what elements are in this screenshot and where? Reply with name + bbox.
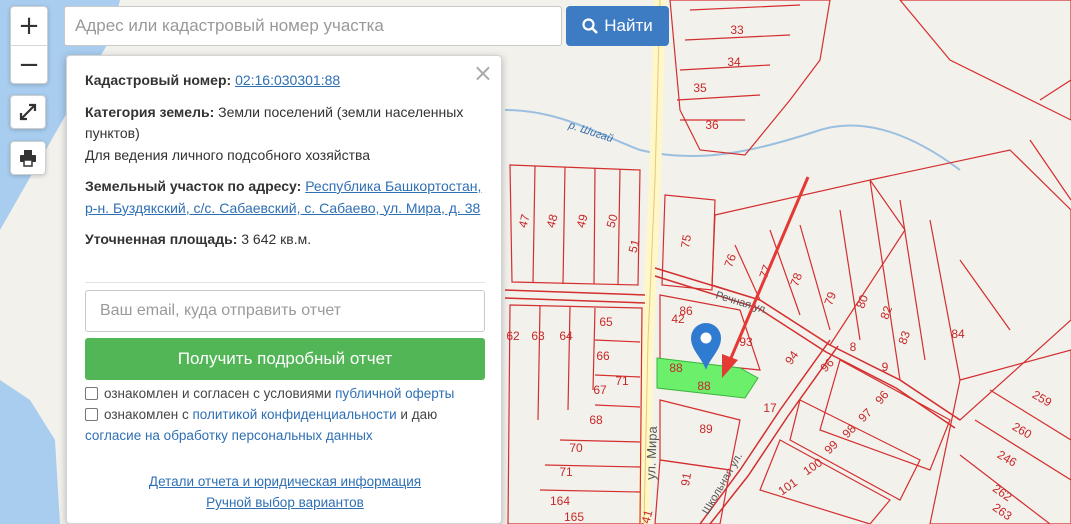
parcel-number-label: 68 <box>589 413 603 427</box>
parcel-number-label: 36 <box>705 118 719 132</box>
parcel-number-label: 89 <box>699 422 713 436</box>
get-report-button[interactable]: Получить подробный отчет <box>85 338 485 380</box>
zoom-in-button[interactable]: + <box>11 7 47 45</box>
area-value: 3 642 кв.м. <box>241 231 312 247</box>
parcel-number-label: 66 <box>596 349 610 363</box>
offer-checkbox[interactable] <box>85 387 98 400</box>
offer-consent-row: ознакомлен и согласен с условиями публич… <box>85 383 485 404</box>
divider <box>85 282 485 283</box>
parcel-info-popup: × Кадастровый номер: 02:16:030301:88 Кат… <box>66 55 502 524</box>
zoom-control: + − <box>10 6 48 84</box>
address-row: Земельный участок по адресу: Республика … <box>85 176 485 219</box>
area-label: Уточненная площадь: <box>85 231 238 247</box>
parcel-number-label: 164 <box>550 494 570 508</box>
privacy-consent-text: ознакомлен с <box>104 407 189 422</box>
privacy-consent-row: ознакомлен с политикой конфиденциальност… <box>85 404 485 446</box>
email-field[interactable]: Ваш email, куда отправить отчет <box>85 290 485 332</box>
fullscreen-button[interactable] <box>10 95 46 129</box>
parcel-number-label: 9 <box>882 360 889 374</box>
offer-consent-text: ознакомлен и согласен с условиями <box>104 386 332 401</box>
offer-link[interactable]: публичной оферты <box>335 386 454 401</box>
category-row: Категория земель: Земли поселений (земли… <box>85 102 485 167</box>
parcel-number-label: 17 <box>763 401 777 415</box>
privacy-policy-link[interactable]: политикой конфиденциальности <box>192 407 396 422</box>
print-button[interactable] <box>10 141 46 175</box>
personal-data-link[interactable]: согласие на обработку персональных данны… <box>85 428 373 443</box>
parcel-number-label: 165 <box>564 510 584 524</box>
expand-icon <box>19 103 37 121</box>
parcel-number-label: 88 <box>669 361 683 375</box>
street-mira-label: ул. Мира <box>643 425 660 480</box>
parcel-number-label: 34 <box>727 55 741 69</box>
parcel-number-label: 84 <box>951 327 965 341</box>
parcel-number-label: 67 <box>593 383 607 397</box>
parcel-number-label: 65 <box>599 315 613 329</box>
parcel-number-label: 88 <box>697 379 711 393</box>
parcel-number-label: 33 <box>730 23 744 37</box>
parcel-number-label: 75 <box>678 233 694 249</box>
parcel-number-label: 35 <box>693 81 707 95</box>
report-details-link[interactable]: Детали отчета и юридическая информация <box>67 474 503 489</box>
cadastral-number-link[interactable]: 02:16:030301:88 <box>235 72 340 88</box>
parcel-number-label: 42 <box>671 312 685 326</box>
privacy-checkbox[interactable] <box>85 408 98 421</box>
parcel-number-label: 8 <box>850 340 857 354</box>
area-row: Уточненная площадь: 3 642 кв.м. <box>85 229 485 251</box>
parcel-number-label: 64 <box>559 329 573 343</box>
search-button[interactable]: Найти <box>566 6 669 46</box>
parcel-number-label: 91 <box>678 471 694 487</box>
print-icon <box>20 150 36 167</box>
search-button-label: Найти <box>604 16 653 35</box>
zoom-out-button[interactable]: − <box>11 45 47 84</box>
parcel-number-label: 71 <box>615 374 629 388</box>
parcel-info: Кадастровый номер: 02:16:030301:88 Катег… <box>85 70 485 261</box>
parcel-number-label: 63 <box>531 329 545 343</box>
manual-selection-link[interactable]: Ручной выбор вариантов <box>67 495 503 510</box>
usage-value: Для ведения личного подсобного хозяйства <box>85 146 371 163</box>
search-input[interactable]: Адрес или кадастровый номер участка <box>64 6 562 46</box>
cadastral-label: Кадастровый номер: <box>85 72 232 88</box>
privacy-consent-mid: и даю <box>400 407 438 422</box>
search-icon <box>582 18 599 34</box>
cadastral-row: Кадастровый номер: 02:16:030301:88 <box>85 70 485 92</box>
category-label: Категория земель: <box>85 103 215 120</box>
parcel-number-label: 71 <box>559 465 573 479</box>
address-label: Земельный участок по адресу: <box>85 178 302 194</box>
parcel-number-label: 62 <box>506 329 520 343</box>
parcel-number-label: 70 <box>569 441 583 455</box>
